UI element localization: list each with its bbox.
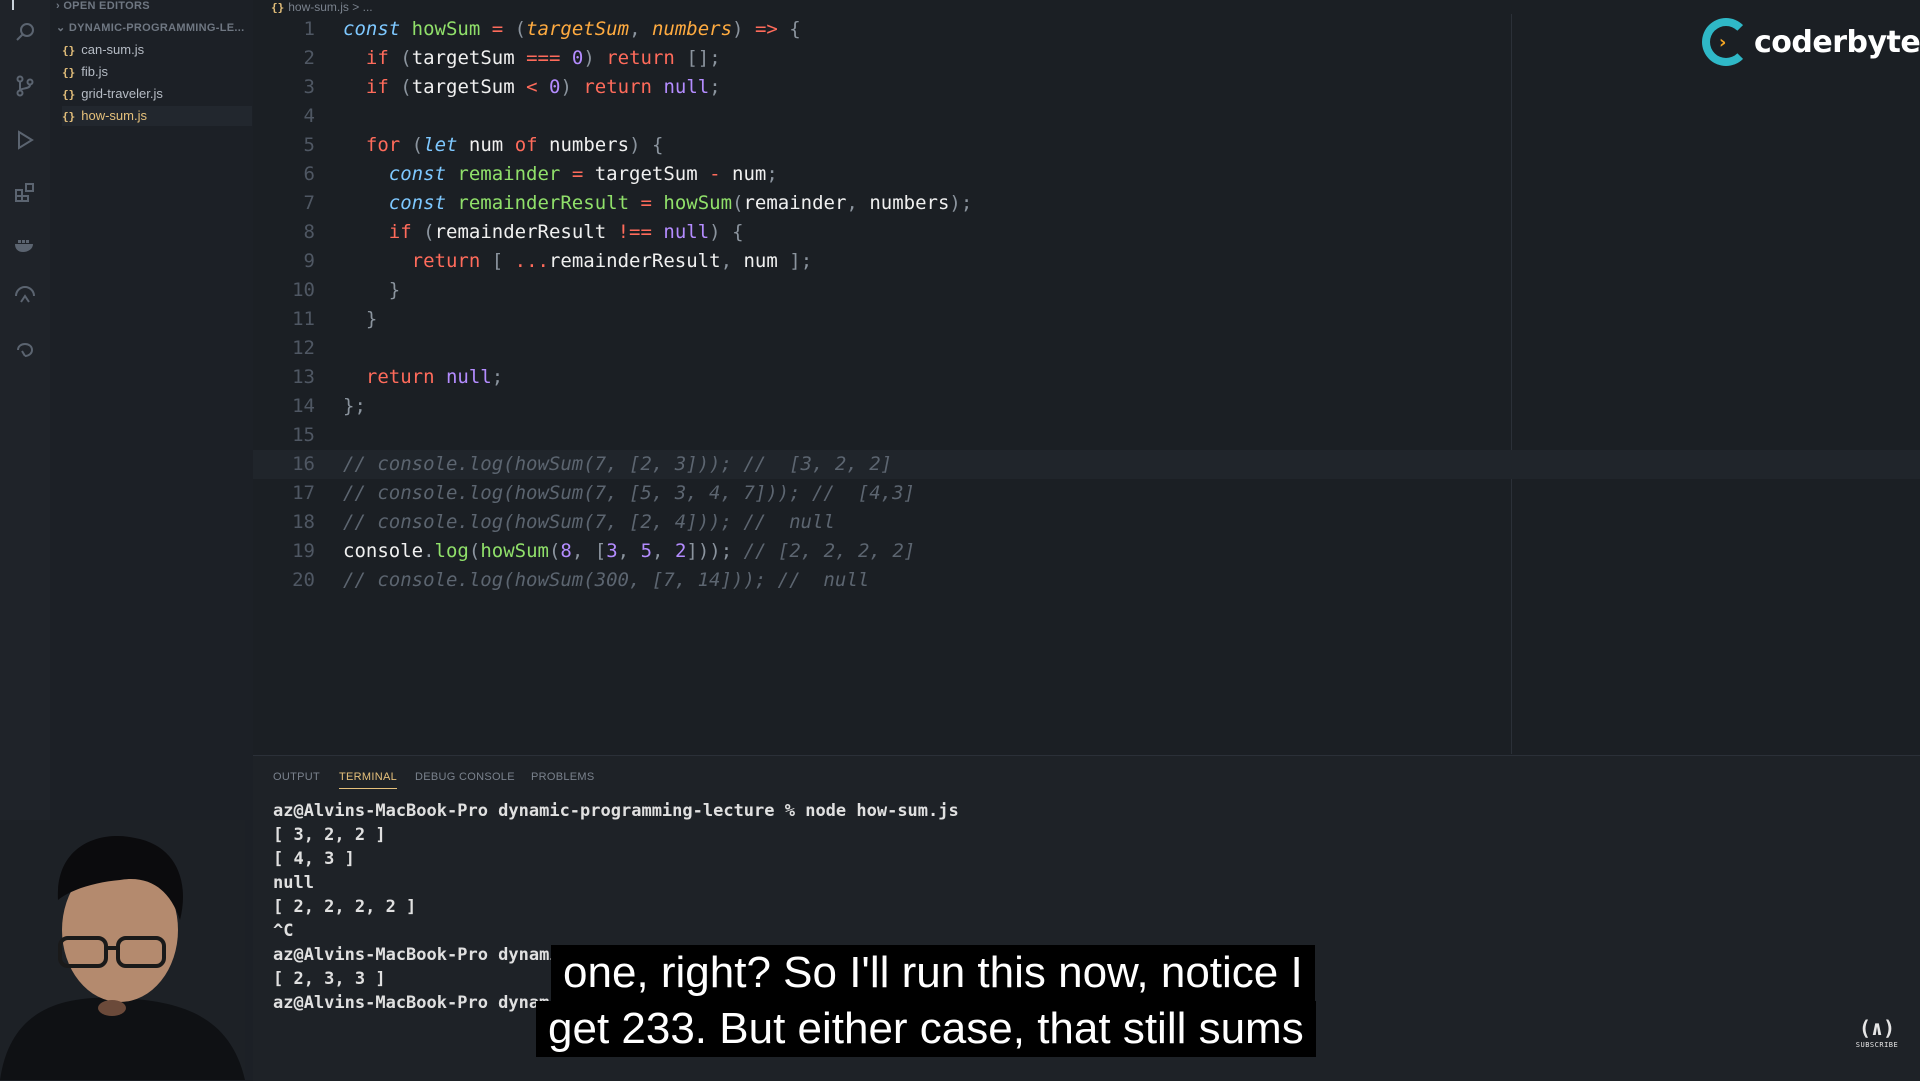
line-number: 1 xyxy=(303,18,315,40)
line-number: 9 xyxy=(303,250,315,272)
js-file-icon: {} xyxy=(271,1,285,14)
terminal-line: [ 3, 2, 2 ] xyxy=(273,825,386,845)
code-line[interactable]: 18// console.log(howSum(7, [2, 4])); // … xyxy=(253,508,1920,537)
line-number: 8 xyxy=(303,221,315,243)
code-line[interactable]: 13 return null; xyxy=(253,363,1920,392)
folder-header[interactable]: ⌄ DYNAMIC-PROGRAMMING-LE... xyxy=(56,21,251,34)
breadcrumb[interactable]: {} how-sum.js > ... xyxy=(271,0,373,14)
search-icon[interactable] xyxy=(12,20,38,46)
open-editors-header[interactable]: › OPEN EDITORS xyxy=(56,0,251,12)
code-line[interactable]: 1 const howSum = (targetSum, numbers) => … xyxy=(253,15,1920,44)
code-line[interactable]: 9 return [ ...remainderResult, num ]; xyxy=(253,247,1920,276)
code-line[interactable]: 10 } xyxy=(253,276,1920,305)
code-line[interactable]: 2 if (targetSum === 0) return []; xyxy=(253,44,1920,73)
line-number: 4 xyxy=(303,105,315,127)
js-file-icon: {} xyxy=(62,66,76,79)
terminal-line: [ 4, 3 ] xyxy=(273,849,355,869)
chevron-down-icon: ⌄ xyxy=(56,22,66,34)
tab-debug-console[interactable]: DEBUG CONSOLE xyxy=(415,766,515,788)
code-line-current[interactable]: 16// console.log(howSum(7, [2, 3])); // … xyxy=(253,450,1920,479)
terminal-line: ^C xyxy=(273,921,294,941)
live-share-icon[interactable] xyxy=(12,336,38,362)
code-line[interactable]: 14}; xyxy=(253,392,1920,421)
caption-line-1: one, right? So I'll run this now, notice… xyxy=(551,945,1315,1001)
terminal-line: [ 2, 3, 3 ] xyxy=(273,969,386,989)
docker-icon[interactable] xyxy=(12,232,38,258)
line-number: 16 xyxy=(292,453,315,475)
code-line[interactable]: 7 const remainderResult = howSum(remaind… xyxy=(253,189,1920,218)
code-line[interactable]: 6 const remainder = targetSum - num; xyxy=(253,160,1920,189)
terminal-line: null xyxy=(273,873,314,893)
line-number: 2 xyxy=(303,47,315,69)
coderbyte-logo: › coderbyte xyxy=(1702,14,1920,70)
line-number: 5 xyxy=(303,134,315,156)
tab-output[interactable]: OUTPUT xyxy=(273,766,320,788)
terminal-line: [ 2, 2, 2, 2 ] xyxy=(273,897,417,917)
line-number: 7 xyxy=(303,192,315,214)
fcc-logo-icon: (∧) xyxy=(1858,1016,1896,1040)
code-line[interactable]: 8 if (remainderResult !== null) { xyxy=(253,218,1920,247)
line-number: 19 xyxy=(292,540,315,562)
caption-line-2: get 233. But either case, that still sum… xyxy=(536,1001,1316,1057)
file-item-can-sum[interactable]: {} can-sum.js xyxy=(62,40,252,60)
code-line[interactable]: 3 if (targetSum < 0) return null; xyxy=(253,73,1920,102)
js-file-icon: {} xyxy=(62,88,76,101)
subscribe-badge[interactable]: (∧) SUBSCRIBE xyxy=(1855,1015,1899,1059)
line-number: 12 xyxy=(292,337,315,359)
file-item-how-sum[interactable]: {} how-sum.js xyxy=(62,106,252,126)
chevron-right-icon: › xyxy=(56,0,60,12)
code-line[interactable]: 5 for (let num of numbers) { xyxy=(253,131,1920,160)
line-number: 18 xyxy=(292,511,315,533)
coderbyte-logo-icon: › xyxy=(1702,18,1750,66)
source-control-icon[interactable] xyxy=(12,74,38,100)
line-number: 10 xyxy=(292,279,315,301)
code-line[interactable]: 17// console.log(howSum(7, [5, 3, 4, 7])… xyxy=(253,479,1920,508)
tab-problems[interactable]: PROBLEMS xyxy=(531,766,595,788)
line-number: 13 xyxy=(292,366,315,388)
tab-terminal[interactable]: TERMINAL xyxy=(339,766,398,789)
code-line[interactable]: 4 xyxy=(253,102,1920,131)
run-debug-icon[interactable] xyxy=(12,128,38,154)
line-number: 15 xyxy=(292,424,315,446)
line-number: 20 xyxy=(292,569,315,591)
code-line[interactable]: 20// console.log(howSum(300, [7, 14])); … xyxy=(253,566,1920,595)
line-number: 17 xyxy=(292,482,315,504)
js-file-icon: {} xyxy=(62,44,76,57)
presenter-webcam xyxy=(0,820,245,1080)
code-editor[interactable]: {} how-sum.js > ... 1 const howSum = (targ… xyxy=(253,0,1920,755)
remote-icon[interactable] xyxy=(12,284,38,310)
js-file-icon: {} xyxy=(62,110,76,123)
extensions-icon[interactable] xyxy=(12,180,38,206)
line-number: 6 xyxy=(303,163,315,185)
code-line[interactable]: 15 xyxy=(253,421,1920,450)
code-line[interactable]: 12 xyxy=(253,334,1920,363)
files-icon[interactable] xyxy=(12,0,40,10)
terminal-line: az@Alvins-MacBook-Pro dynamic-programmin… xyxy=(273,801,959,821)
file-item-grid-traveler[interactable]: {} grid-traveler.js xyxy=(62,84,252,104)
code-line[interactable]: 19 console.log(howSum(8, [3, 5, 2])); // … xyxy=(253,537,1920,566)
line-number: 11 xyxy=(292,308,315,330)
line-number: 3 xyxy=(303,76,315,98)
line-number: 14 xyxy=(292,395,315,417)
code-line[interactable]: 11 } xyxy=(253,305,1920,334)
file-item-fib[interactable]: {} fib.js xyxy=(62,62,252,82)
